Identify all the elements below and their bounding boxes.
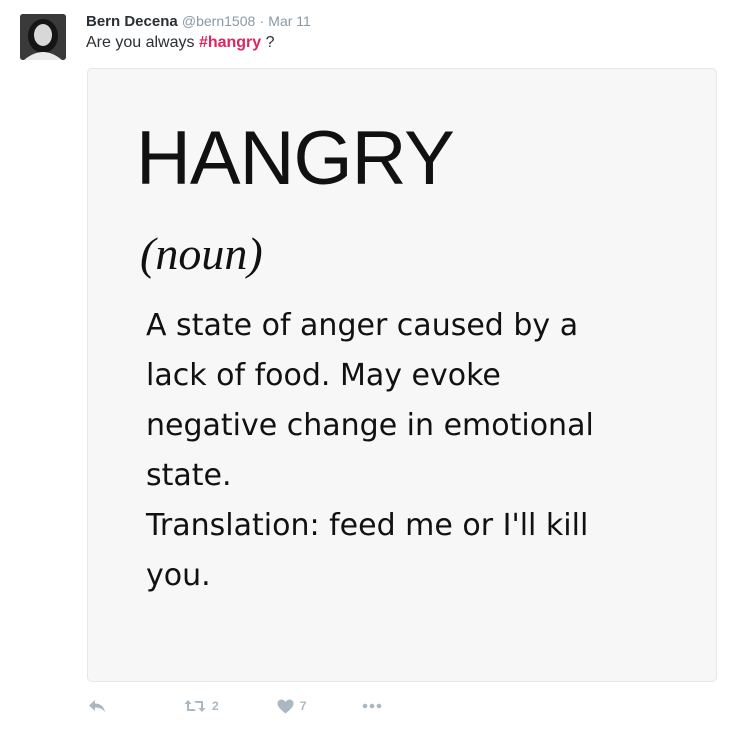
tweet-actions: 2 7 [88,694,382,718]
header-separator: · [259,13,265,29]
definition-text: A state of anger caused by a lack of foo… [146,301,706,601]
tweet-text-after: ? [261,34,275,51]
definition-line: Translation: feed me or I'll kill [146,508,589,543]
reply-icon [89,700,105,712]
more-button[interactable] [362,703,382,709]
retweet-icon [184,700,206,712]
author-name[interactable]: Bern Decena [86,13,178,30]
tweet-text: Are you always #hangry ? [86,33,275,53]
tweet: Bern Decena @bern1508 · Mar 11 Are you a… [0,0,732,732]
retweet-count: 2 [212,699,219,713]
tweet-date[interactable]: Mar 11 [268,13,311,29]
definition-line: lack of food. May evoke [146,358,501,393]
hashtag-link[interactable]: #hangry [199,34,261,51]
avatar[interactable] [20,14,66,60]
definition-line: negative change in emotional [146,408,594,443]
definition-line: state. [146,458,232,493]
like-button[interactable]: 7 [277,699,307,714]
more-icon [363,703,382,709]
media-card[interactable]: HANGRY (noun) A state of anger caused by… [87,68,717,682]
tweet-text-before: Are you always [86,34,199,51]
author-handle[interactable]: @bern1508 [182,13,255,29]
tweet-header: Bern Decena @bern1508 · Mar 11 [86,12,311,31]
definition-line: you. [146,558,211,593]
definition-word: HANGRY [136,116,455,201]
heart-icon [277,699,294,713]
like-count: 7 [299,699,307,713]
definition-part-of-speech: (noun) [140,228,263,279]
retweet-button[interactable]: 2 [184,699,219,713]
reply-button[interactable] [88,699,110,713]
definition-line: A state of anger caused by a [146,308,579,343]
